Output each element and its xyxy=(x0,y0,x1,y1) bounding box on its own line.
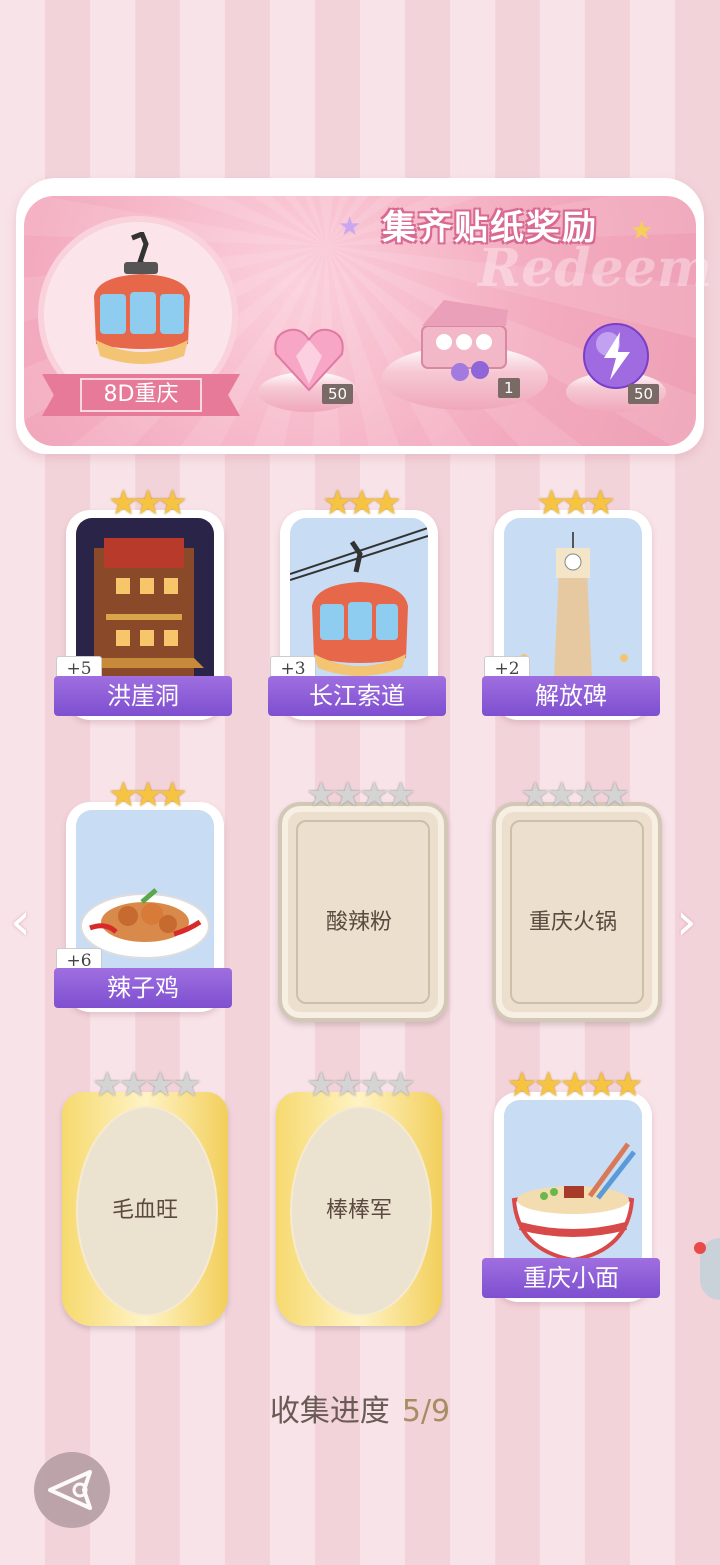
progress-label: 收集进度 xyxy=(269,1394,390,1429)
locked-sticker-card[interactable]: ★★★★ 酸辣粉 xyxy=(274,778,448,1022)
sticker-card[interactable]: ★★★ +3 长江索道 xyxy=(268,486,446,728)
star-icon: ★★★ xyxy=(536,483,615,523)
star-rating: ★★★★ xyxy=(274,778,444,812)
sticker-name: 重庆火锅 xyxy=(528,910,617,935)
star-icon: ★★★★ xyxy=(520,775,630,815)
star-icon: ★★★★ xyxy=(92,1065,202,1105)
reward-count: 1 xyxy=(498,378,520,398)
sticker-name: 辣子鸡 xyxy=(54,968,232,1008)
prev-page-arrow-icon[interactable]: ‹ xyxy=(10,892,31,952)
locked-rare-sticker-card[interactable]: ★★★★ 毛血旺 xyxy=(60,1068,230,1326)
purple-energy-orb-icon[interactable] xyxy=(582,322,650,390)
collection-progress: 收集进度 5/9 xyxy=(0,1386,720,1430)
back-button[interactable] xyxy=(34,1452,110,1528)
noodle-bowl-icon xyxy=(504,1100,642,1276)
city-name-ribbon: 8D重庆 xyxy=(42,374,240,416)
star-rating: ★★★ xyxy=(60,778,230,812)
star-decoration-icon: ★ xyxy=(338,212,362,242)
sticker-card[interactable]: ★★★ +2 解放碑 xyxy=(482,486,660,728)
sticker-name: 解放碑 xyxy=(482,676,660,716)
locked-rare-sticker-card[interactable]: ★★★★ 棒棒军 xyxy=(274,1068,444,1326)
star-icon: ★★★ xyxy=(108,483,187,523)
star-rating: ★★★★★ xyxy=(488,1068,658,1102)
reward-count: 50 xyxy=(628,384,660,404)
sticker-name: 重庆小面 xyxy=(482,1258,660,1298)
star-icon: ★★★★ xyxy=(306,1065,416,1105)
star-decoration-icon: ★ xyxy=(630,216,654,246)
star-rating: ★★★ xyxy=(60,486,230,520)
sticker-card[interactable]: ★★★ +6 辣子鸡 xyxy=(54,778,232,1020)
sticker-name: 棒棒军 xyxy=(325,1198,392,1223)
cable-car-icon xyxy=(94,232,190,364)
star-rating: ★★★★ xyxy=(60,1068,230,1102)
sticker-name: 毛血旺 xyxy=(111,1198,178,1223)
sticker-name: 洪崖洞 xyxy=(54,676,232,716)
sticker-card[interactable]: ★★★★★ 重庆小面 xyxy=(482,1068,660,1310)
star-icon: ★★★ xyxy=(108,775,187,815)
reward-count: 50 xyxy=(322,384,354,404)
gift-box-icon[interactable] xyxy=(414,296,514,382)
sticker-name: 酸辣粉 xyxy=(325,910,392,935)
next-page-arrow-icon[interactable]: › xyxy=(676,892,697,952)
back-arrow-icon xyxy=(48,1470,92,1510)
sticker-card[interactable]: ★★★ +5 洪崖洞 xyxy=(54,486,232,728)
banner-title: 集齐贴纸奖励 xyxy=(382,208,598,248)
star-rating: ★★★★ xyxy=(488,778,658,812)
star-icon: ★★★★ xyxy=(306,775,416,815)
star-rating: ★★★★ xyxy=(274,1068,444,1102)
progress-value: 5/9 xyxy=(401,1394,451,1429)
star-icon: ★★★ xyxy=(322,483,401,523)
notification-dot xyxy=(694,1242,706,1254)
pink-heart-gem-icon[interactable] xyxy=(272,326,346,392)
locked-sticker-card[interactable]: ★★★★ 重庆火锅 xyxy=(488,778,662,1022)
star-rating: ★★★ xyxy=(488,486,658,520)
star-icon: ★★★★★ xyxy=(506,1065,643,1105)
sticker-name: 长江索道 xyxy=(268,676,446,716)
star-rating: ★★★ xyxy=(274,486,444,520)
city-name: 8D重庆 xyxy=(79,378,203,412)
